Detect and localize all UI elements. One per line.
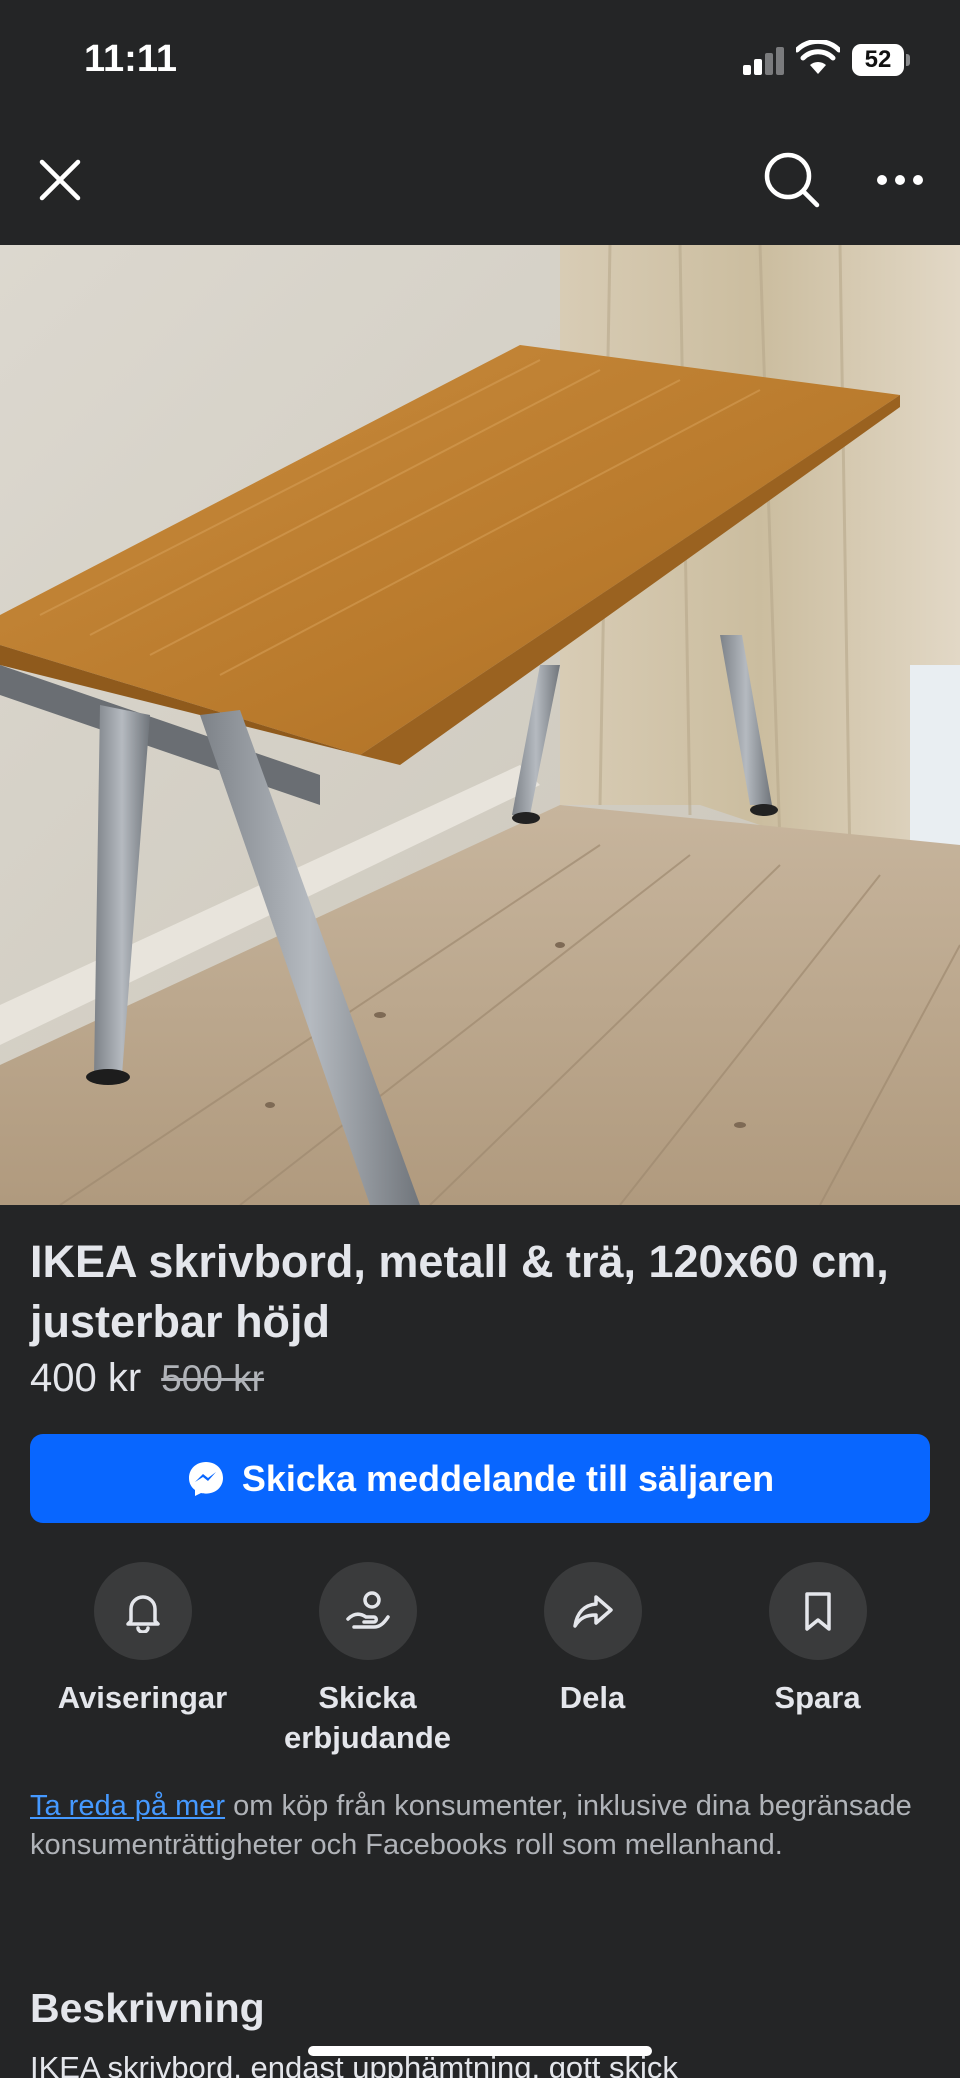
search-button[interactable] [760, 148, 824, 212]
status-bar: 11:11 52 [0, 0, 960, 125]
status-time: 11:11 [84, 38, 177, 80]
send-offer-label: Skicka erbjudande [283, 1680, 452, 1755]
home-indicator[interactable] [308, 2046, 652, 2056]
battery-level: 52 [852, 44, 904, 76]
bell-icon [125, 1595, 160, 1633]
share-label: Dela [559, 1680, 626, 1715]
listing-title: IKEA skrivbord, metall & trä, 120x60 cm,… [30, 1236, 889, 1347]
price: 400 kr [30, 1356, 142, 1400]
offer-icon [345, 1591, 390, 1629]
marketplace-listing-page: 11:11 52 IKEA skrivbord, metall & trä, 1… [0, 0, 960, 2078]
save-label: Spara [774, 1680, 861, 1715]
notifications-label: Aviseringar [57, 1680, 228, 1715]
share-button[interactable]: Dela [480, 1562, 705, 1762]
bookmark-icon [804, 1592, 831, 1631]
share-circle[interactable] [543, 1562, 642, 1660]
close-button[interactable] [30, 150, 90, 210]
action-row: Aviseringar Skicka erbjudande Dela Spara [30, 1562, 930, 1762]
notifications-circle[interactable] [93, 1562, 192, 1660]
message-seller-button[interactable]: Skicka meddelande till säljaren [30, 1434, 930, 1523]
more-icon [877, 175, 923, 185]
learn-more-link[interactable]: Ta reda på mer [30, 1790, 225, 1822]
send-offer-circle[interactable] [318, 1562, 417, 1660]
description-heading: Beskrivning [30, 1985, 265, 2031]
save-button[interactable]: Spara [705, 1562, 930, 1762]
save-circle[interactable] [768, 1562, 867, 1660]
more-options-button[interactable] [870, 150, 930, 210]
consumer-info-text: Ta reda på mer om köp från konsumenter, … [30, 1787, 930, 1865]
battery-icon: 52 [852, 44, 910, 76]
product-photo[interactable] [0, 245, 960, 1205]
notifications-button[interactable]: Aviseringar [30, 1562, 255, 1762]
send-offer-button[interactable]: Skicka erbjudande [255, 1562, 480, 1762]
price-row: 400 kr 500 kr [30, 1356, 264, 1410]
wifi-icon [796, 40, 840, 74]
cellular-signal-icon [743, 47, 785, 75]
message-seller-label: Skicka meddelande till säljaren [241, 1457, 775, 1499]
close-icon [39, 159, 81, 201]
original-price: 500 kr [161, 1358, 265, 1399]
search-icon [764, 152, 820, 208]
messenger-icon [188, 1461, 223, 1496]
share-icon [572, 1595, 613, 1628]
